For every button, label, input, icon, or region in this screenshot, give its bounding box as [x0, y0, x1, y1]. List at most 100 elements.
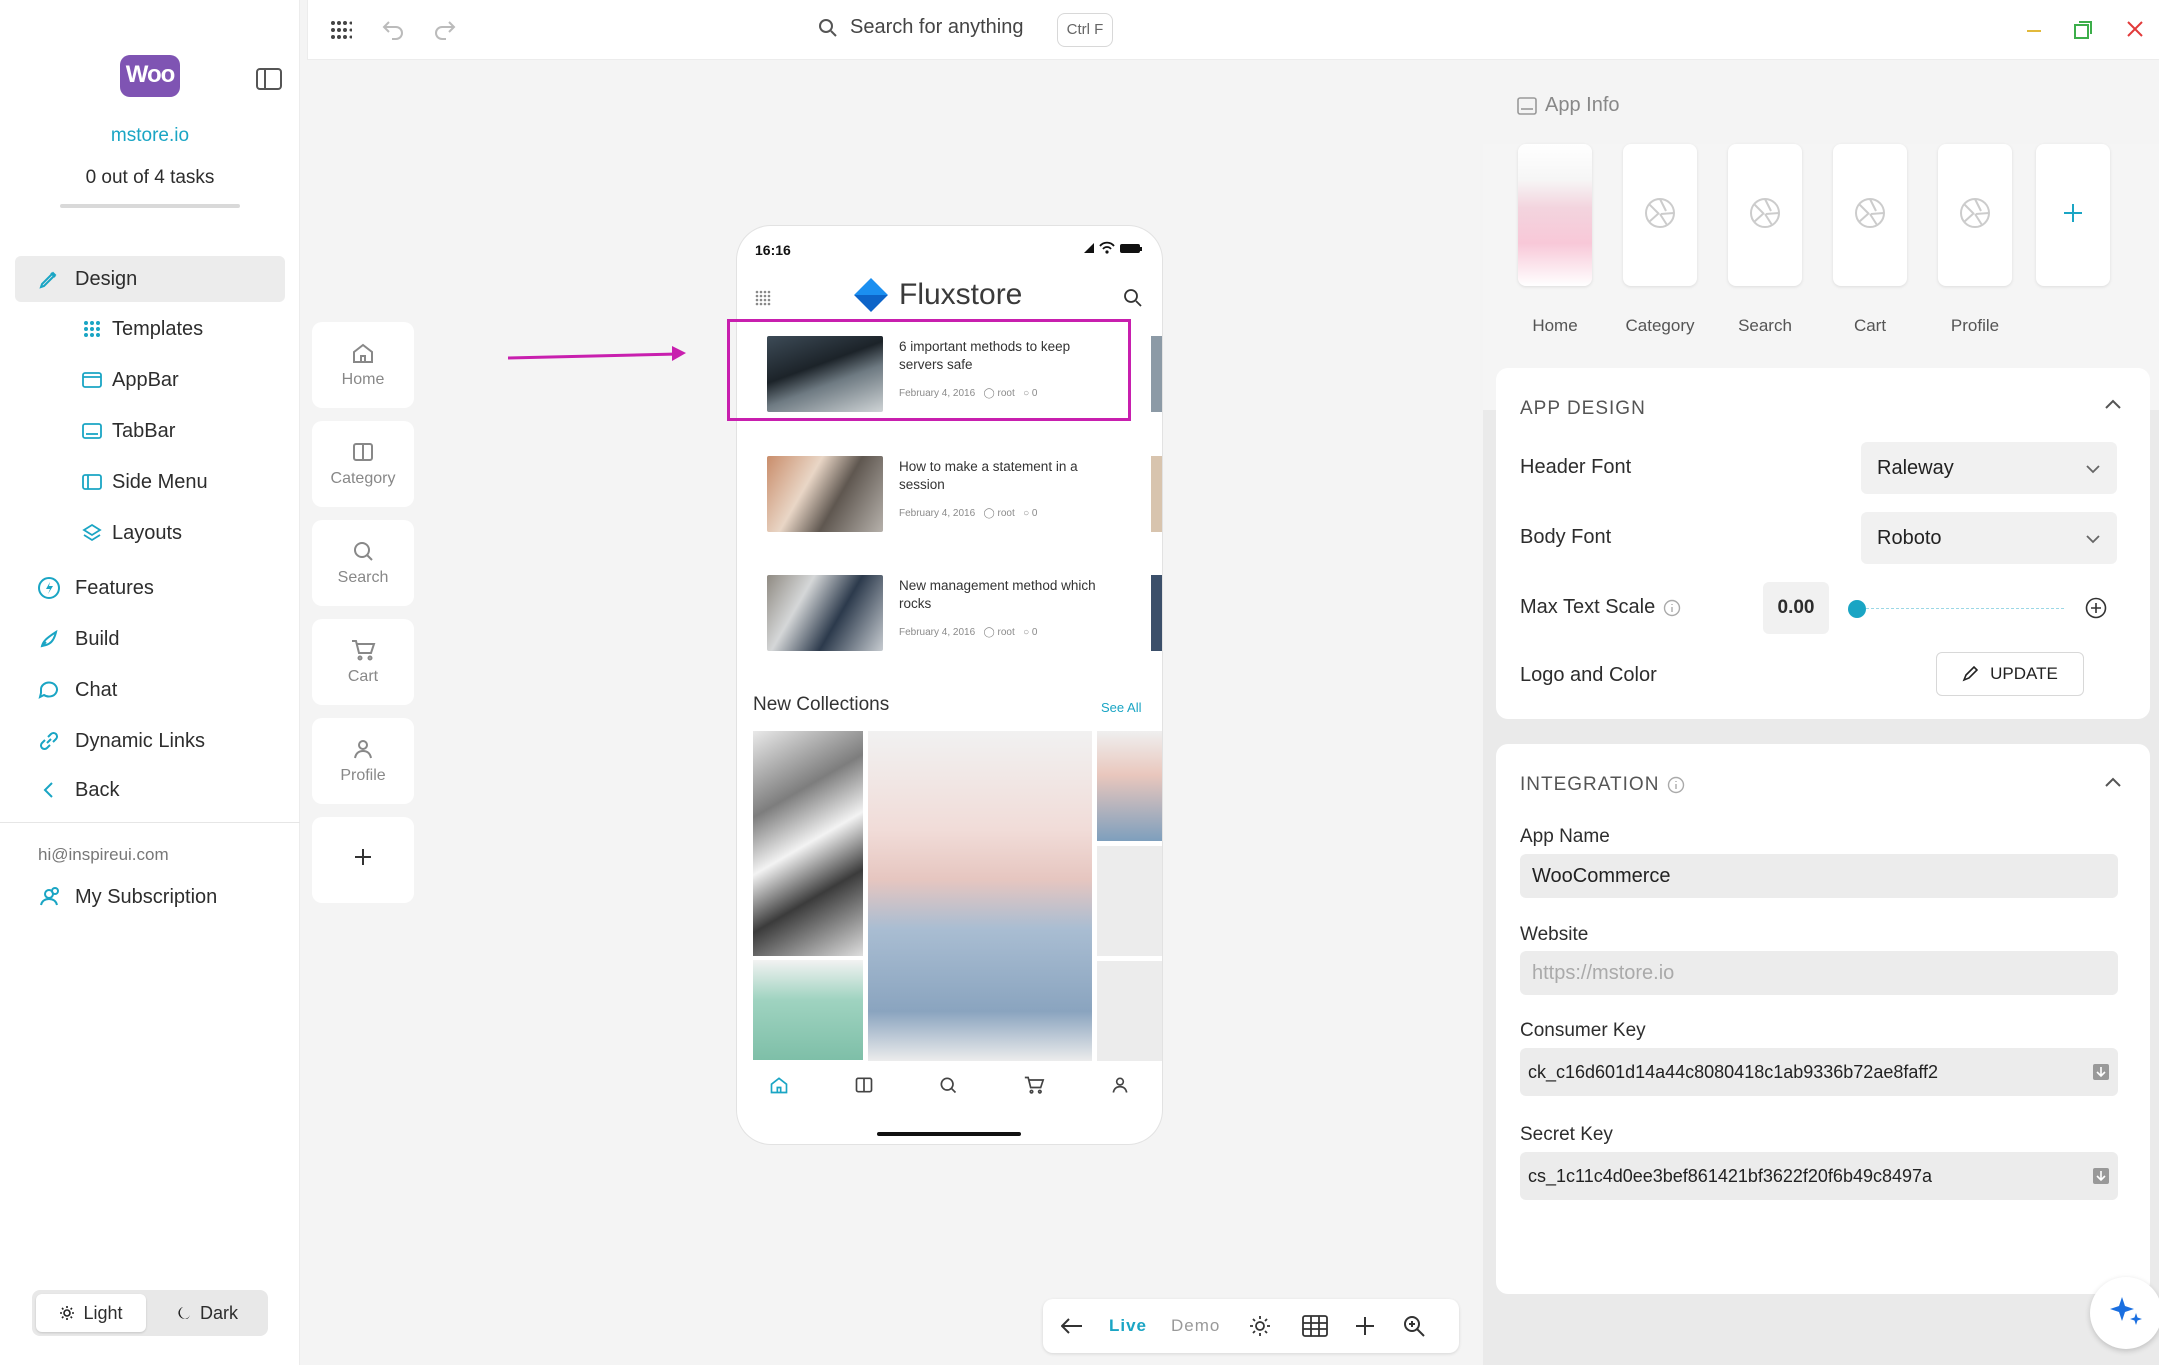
header-font-select[interactable]: Raleway	[1861, 442, 2117, 494]
text-scale-slider-track[interactable]	[1856, 608, 2064, 610]
book-icon[interactable]	[854, 1075, 874, 1095]
blog-post-item[interactable]: How to make a statement in a session Feb…	[767, 456, 1137, 536]
home-icon	[351, 341, 375, 365]
right-panel: App Info Home Category Search Cart Profi…	[1483, 60, 2159, 1365]
undo-icon[interactable]	[382, 18, 406, 40]
theme-dark-button[interactable]: Dark	[152, 1294, 262, 1332]
preview-toolbar: Live Demo	[1043, 1299, 1459, 1353]
download-icon[interactable]	[2092, 1063, 2110, 1081]
plus-icon	[2062, 202, 2084, 229]
divider	[0, 822, 300, 823]
collection-image[interactable]	[868, 731, 1092, 1061]
post-peek-image	[1151, 575, 1162, 651]
chevron-down-icon	[2085, 527, 2101, 550]
chevron-up-icon[interactable]	[2104, 776, 2122, 788]
plus-icon[interactable]	[1354, 1315, 1376, 1337]
screen-thumb-cart[interactable]	[1833, 144, 1907, 286]
screen-tab-profile[interactable]: Profile	[312, 718, 414, 804]
screen-thumb-category[interactable]	[1623, 144, 1697, 286]
nav-dynamic-links[interactable]: Dynamic Links	[15, 718, 285, 764]
close-icon[interactable]	[2126, 20, 2144, 38]
search-icon	[818, 18, 838, 38]
screen-tab-cart[interactable]: Cart	[312, 619, 414, 705]
add-screen-button[interactable]	[312, 817, 414, 903]
website-field[interactable]: https://mstore.io	[1520, 951, 2118, 995]
collection-image[interactable]	[753, 960, 863, 1060]
nav-features[interactable]: Features	[15, 565, 285, 611]
sparkle-icon	[2108, 1293, 2144, 1334]
secret-key-field[interactable]: cs_1c11c4d0ee3bef861421bf3622f20f6b49c84…	[1520, 1152, 2118, 1200]
nav-tabbar[interactable]: TabBar	[82, 411, 175, 451]
global-search[interactable]: Search for anything	[818, 16, 1023, 39]
collection-image[interactable]	[753, 731, 863, 956]
live-mode-button[interactable]: Live	[1109, 1316, 1147, 1336]
nav-label: Templates	[112, 317, 204, 340]
nav-label: Chat	[75, 678, 118, 701]
screen-tab-home[interactable]: Home	[312, 322, 414, 408]
info-icon[interactable]	[1667, 776, 1685, 794]
consumer-key-label: Consumer Key	[1520, 1020, 1646, 1041]
phone-search-icon[interactable]	[1123, 288, 1143, 308]
maximize-icon[interactable]	[2073, 20, 2093, 40]
body-font-select[interactable]: Roboto	[1861, 512, 2117, 564]
nav-chat[interactable]: Chat	[15, 667, 285, 713]
app-name-field[interactable]: WooCommerce	[1520, 854, 2118, 898]
collection-image[interactable]	[1097, 731, 1162, 841]
nav-my-subscription[interactable]: My Subscription	[15, 874, 285, 920]
post-comments: 0	[1031, 508, 1038, 519]
sidebar-toggle-icon[interactable]	[256, 68, 282, 90]
screen-tab-label: Category	[330, 470, 396, 487]
text-scale-slider-knob[interactable]	[1848, 600, 1866, 618]
nav-label: Layouts	[112, 521, 183, 544]
ai-assistant-button[interactable]	[2090, 1277, 2159, 1349]
max-text-scale-value[interactable]: 0.00	[1763, 582, 1829, 634]
nav-side-menu[interactable]: Side Menu	[82, 462, 208, 502]
screen-thumb-profile[interactable]	[1938, 144, 2012, 286]
demo-mode-button[interactable]: Demo	[1171, 1316, 1220, 1336]
zoom-in-icon[interactable]	[1402, 1314, 1426, 1338]
nav-label: AppBar	[112, 368, 179, 391]
tabbar-icon	[82, 421, 102, 441]
screen-thumb-search[interactable]	[1728, 144, 1802, 286]
update-button[interactable]: UPDATE	[1936, 652, 2084, 696]
theme-light-button[interactable]: Light	[36, 1294, 146, 1332]
nav-templates[interactable]: Templates	[82, 309, 203, 349]
add-screen-thumb[interactable]	[2036, 144, 2110, 286]
nav-appbar[interactable]: AppBar	[82, 360, 179, 400]
user-icon[interactable]	[1110, 1075, 1130, 1095]
home-icon[interactable]	[769, 1075, 789, 1095]
collection-image[interactable]	[1097, 846, 1162, 956]
max-text-scale-row: Max Text Scale	[1520, 596, 1681, 619]
table-icon[interactable]	[1302, 1315, 1329, 1337]
screen-thumb-label: Home	[1532, 316, 1578, 335]
store-name[interactable]: mstore.io	[0, 125, 300, 147]
minimize-icon[interactable]	[2025, 14, 2043, 44]
screen-thumb-home[interactable]	[1518, 144, 1592, 286]
panel-header: App Info	[1483, 60, 2159, 144]
search-icon[interactable]	[938, 1075, 958, 1095]
nav-back[interactable]: Back	[15, 767, 285, 813]
nav-build[interactable]: Build	[15, 616, 285, 662]
phone-menu-icon[interactable]	[755, 290, 771, 306]
cart-icon[interactable]	[1023, 1075, 1045, 1095]
top-bar: Search for anything Ctrl F	[307, 0, 2159, 60]
see-all-link[interactable]: See All	[1101, 700, 1141, 715]
theme-dark-label: Dark	[199, 1302, 238, 1323]
brightness-icon[interactable]	[1248, 1314, 1272, 1338]
arrow-left-icon[interactable]	[1061, 1317, 1083, 1335]
info-icon[interactable]	[1663, 599, 1681, 617]
plus-circle-icon[interactable]	[2085, 597, 2107, 619]
apps-grid-icon[interactable]	[330, 20, 352, 40]
redo-icon[interactable]	[432, 18, 456, 40]
comment-icon: ○	[1023, 627, 1030, 638]
collection-image[interactable]	[1097, 961, 1162, 1061]
blog-post-item[interactable]: New management method which rocks Februa…	[767, 575, 1137, 655]
nav-design[interactable]: Design	[15, 256, 285, 302]
consumer-key-field[interactable]: ck_c16d601d14a44c8080418c1ab9336b72ae8fa…	[1520, 1048, 2118, 1096]
chevron-up-icon[interactable]	[2104, 398, 2122, 410]
screen-tab-search[interactable]: Search	[312, 520, 414, 606]
screen-tab-category[interactable]: Category	[312, 421, 414, 507]
nav-layouts[interactable]: Layouts	[82, 513, 182, 553]
download-icon[interactable]	[2092, 1167, 2110, 1185]
brush-icon	[37, 267, 61, 291]
